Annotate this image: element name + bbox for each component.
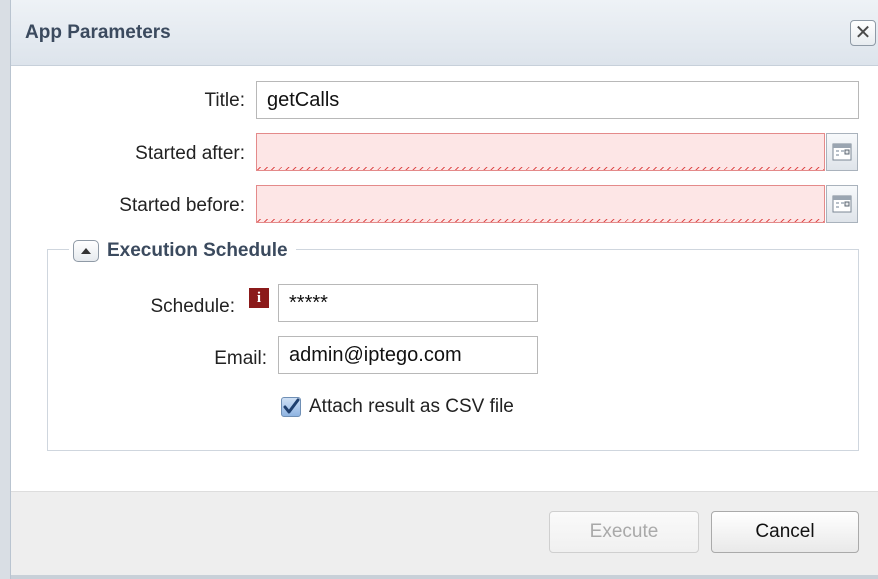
email-label: Email: bbox=[214, 348, 267, 369]
schedule-label: Schedule: bbox=[150, 296, 235, 317]
attach-csv-checkbox[interactable] bbox=[281, 397, 301, 417]
dialog-titlebar[interactable]: App Parameters ✕ bbox=[11, 0, 878, 66]
dialog-footer: Execute Cancel bbox=[11, 491, 878, 579]
started-before-label: Started before: bbox=[119, 195, 245, 216]
triangle-up-icon bbox=[81, 248, 91, 254]
execute-button-label: Execute bbox=[589, 521, 659, 542]
email-input[interactable] bbox=[278, 336, 538, 374]
cancel-button[interactable]: Cancel bbox=[711, 511, 859, 553]
execution-schedule-title: Execution Schedule bbox=[107, 240, 288, 261]
dialog-title: App Parameters bbox=[25, 22, 171, 43]
dialog-bottom-border bbox=[11, 575, 878, 579]
app-parameters-dialog: App Parameters ✕ Title: Started after: S… bbox=[10, 0, 878, 579]
execution-schedule-legend: Execution Schedule bbox=[69, 238, 296, 264]
dialog-body: Title: Started after: Started before: bbox=[11, 66, 878, 491]
started-before-input[interactable] bbox=[256, 185, 825, 223]
schedule-input[interactable] bbox=[278, 284, 538, 322]
info-icon[interactable]: i bbox=[249, 288, 269, 308]
started-after-label: Started after: bbox=[135, 143, 245, 164]
execute-button[interactable]: Execute bbox=[549, 511, 699, 553]
calendar-icon bbox=[832, 195, 852, 213]
info-glyph: i bbox=[256, 289, 262, 306]
cancel-button-label: Cancel bbox=[755, 521, 815, 542]
started-after-input[interactable] bbox=[256, 133, 825, 171]
collapse-button[interactable] bbox=[73, 240, 99, 262]
close-button[interactable]: ✕ bbox=[850, 20, 876, 46]
title-label: Title: bbox=[204, 90, 245, 111]
checkmark-icon bbox=[283, 398, 300, 414]
calendar-icon bbox=[832, 143, 852, 161]
attach-csv-label[interactable]: Attach result as CSV file bbox=[309, 396, 514, 418]
close-icon: ✕ bbox=[854, 22, 872, 44]
title-input[interactable] bbox=[256, 81, 859, 119]
started-before-date-trigger[interactable] bbox=[826, 185, 858, 223]
started-after-date-trigger[interactable] bbox=[826, 133, 858, 171]
